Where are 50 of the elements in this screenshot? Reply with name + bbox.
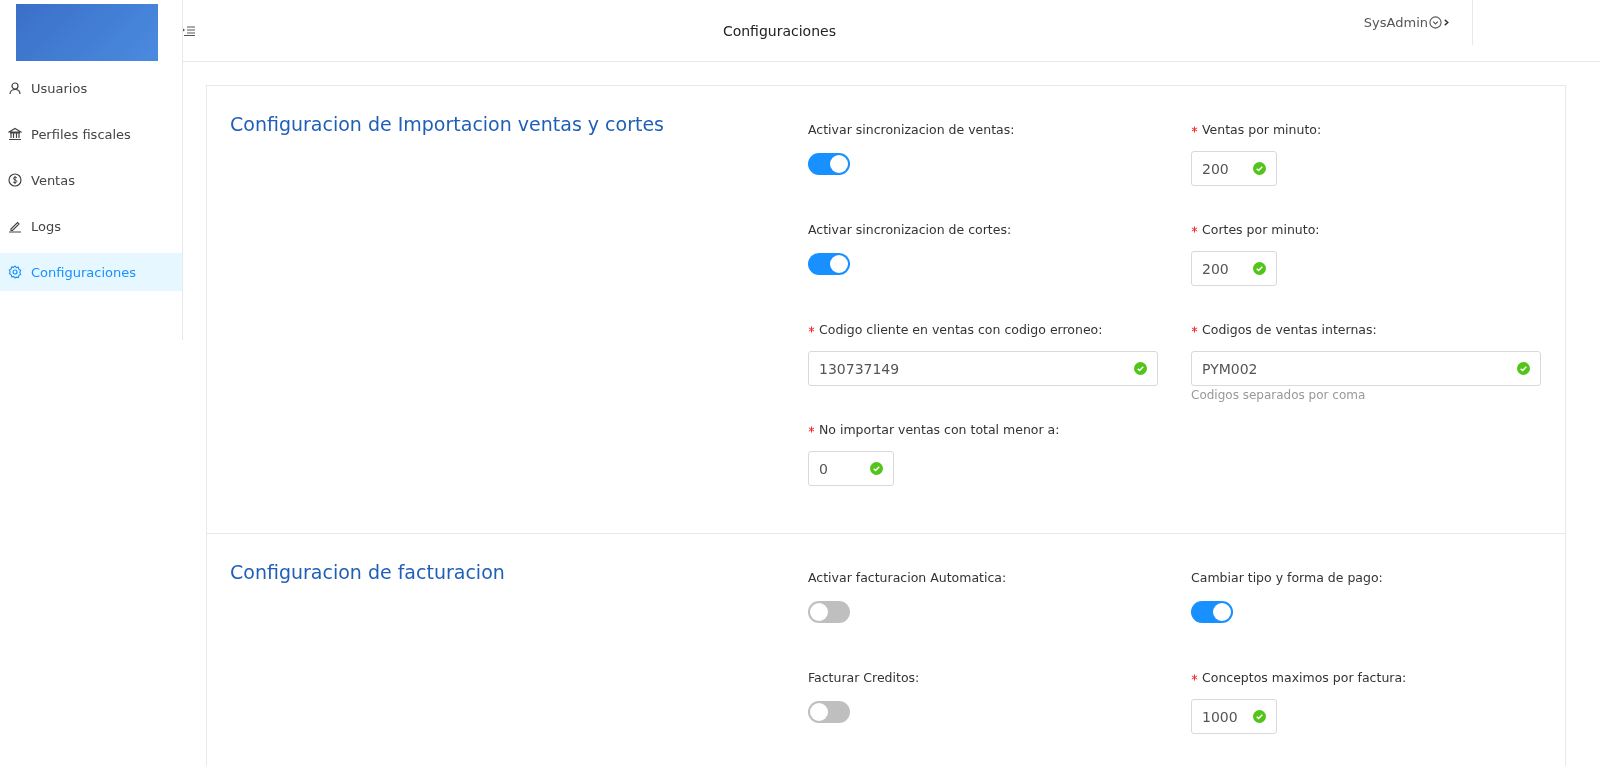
field-label: Activar sincronizacion de ventas: [808, 120, 1015, 139]
asterisk-icon [1191, 125, 1198, 133]
asterisk-icon [808, 325, 815, 333]
user-menu[interactable]: SysAdmin [1363, 0, 1473, 45]
page-title: Configuraciones [722, 22, 836, 39]
pencil-icon [8, 219, 22, 233]
sidebar-item[interactable]: Logs [0, 207, 182, 245]
asterisk-icon [1191, 325, 1198, 333]
input-field[interactable]: 130737149 [808, 351, 1158, 386]
input-field[interactable]: 200 [1191, 151, 1277, 186]
check-icon [870, 462, 883, 475]
field-label: Activar sincronizacion de cortes: [808, 220, 1012, 239]
field-label: Activar facturacion Automatica: [808, 568, 1007, 587]
check-icon [1134, 362, 1147, 375]
sidebar-item[interactable]: Ventas [0, 161, 182, 199]
asterisk-icon [1191, 673, 1198, 681]
toggle-switch[interactable] [808, 253, 850, 275]
toggle-switch[interactable] [808, 701, 850, 723]
field-label: Ventas por minuto: [1191, 118, 1322, 140]
sidebar-item[interactable]: Usuarios [0, 69, 182, 107]
dollar-icon [8, 173, 22, 187]
input-field[interactable]: PYM002 [1191, 351, 1541, 386]
settings-icon [8, 265, 22, 279]
check-icon [1517, 362, 1530, 375]
field-label: Conceptos maximos por factura: [1191, 666, 1407, 688]
check-icon [1253, 262, 1266, 275]
toggle-switch[interactable] [808, 153, 850, 175]
field-label: Codigo cliente en ventas con codigo erroneo: [808, 318, 1103, 340]
check-icon [1253, 162, 1266, 175]
input-field[interactable]: 200 [1191, 251, 1277, 286]
check-icon [1253, 710, 1266, 723]
field-hint: Codigos separados por coma [1191, 388, 1367, 402]
field-label: Cortes por minuto: [1191, 218, 1320, 240]
bank-icon [8, 127, 22, 141]
field-label: No importar ventas con total menor a: [808, 418, 1060, 440]
asterisk-icon [808, 425, 815, 433]
section-title: Configuracion de facturacion [230, 561, 505, 583]
field-label: Cambiar tipo y forma de pago: [1191, 568, 1383, 587]
chevron-down-icon [1429, 16, 1442, 29]
input-field[interactable]: 0 [808, 451, 894, 486]
toggle-switch[interactable] [808, 601, 850, 623]
section-title: Configuracion de Importacion ventas y cortes [230, 113, 665, 135]
input-field[interactable]: 1000 [1191, 699, 1277, 734]
menu-icon[interactable] [183, 25, 195, 36]
field-label: Codigos de ventas internas: [1191, 318, 1377, 340]
user-icon [8, 81, 22, 95]
toggle-switch[interactable] [1191, 601, 1233, 623]
field-label: Facturar Creditos: [808, 668, 920, 687]
sidebar-item[interactable]: Perfiles fiscales [0, 115, 182, 153]
asterisk-icon [1191, 225, 1198, 233]
